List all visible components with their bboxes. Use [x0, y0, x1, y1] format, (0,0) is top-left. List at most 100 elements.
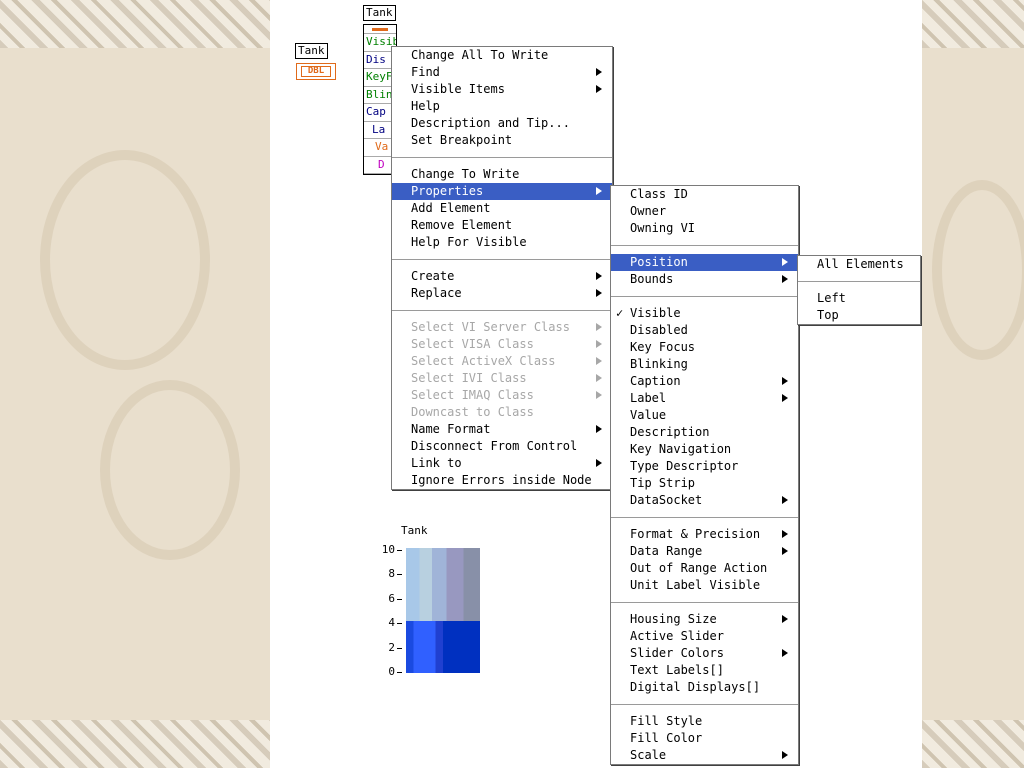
submenu-arrow-icon [596, 391, 602, 399]
menu-item-label: Remove Element [411, 218, 513, 232]
tank-tick-mark [397, 574, 402, 576]
menu-item-change-to-write[interactable]: Change To Write [392, 166, 612, 183]
menu-item-left[interactable]: Left [798, 290, 920, 307]
submenu-arrow-icon [596, 187, 602, 195]
tank-terminal-label[interactable]: Tank [295, 43, 328, 59]
menu-item-tip-strip[interactable]: Tip Strip [611, 475, 798, 492]
menu-item-select-imaq-class[interactable]: Select IMAQ Class [392, 387, 612, 404]
menu-item-out-of-range-action[interactable]: Out of Range Action [611, 560, 798, 577]
menu-item-help-for-visible[interactable]: Help For Visible [392, 234, 612, 251]
menu-item-top[interactable]: Top [798, 307, 920, 324]
submenu-arrow-icon [782, 530, 788, 538]
menu-item-class-id[interactable]: Class ID [611, 186, 798, 203]
menu-item-description-and-tip[interactable]: Description and Tip... [392, 115, 612, 132]
menu-item-all-elements[interactable]: All Elements [798, 256, 920, 273]
menu-item-bounds[interactable]: Bounds [611, 271, 798, 288]
menu-item-label: Select IVI Class [411, 371, 527, 385]
menu-item-properties[interactable]: Properties [392, 183, 612, 200]
menu-item-name-format[interactable]: Name Format [392, 421, 612, 438]
menu-item-label: Data Range [630, 544, 703, 558]
submenu-arrow-icon [596, 340, 602, 348]
menu-item-datasocket[interactable]: DataSocket [611, 492, 798, 509]
menu-item-description[interactable]: Description [611, 424, 798, 441]
decorative-border-bottom-left [0, 720, 270, 768]
menu-item-digital-displays[interactable]: Digital Displays[] [611, 679, 798, 696]
menu-item-find[interactable]: Find [392, 64, 612, 81]
menu-item-key-focus[interactable]: Key Focus [611, 339, 798, 356]
dbl-terminal[interactable]: DBL [296, 63, 336, 80]
menu-item-add-element[interactable]: Add Element [392, 200, 612, 217]
submenu-arrow-icon [596, 272, 602, 280]
menu-item-ignore-errors-inside-node[interactable]: Ignore Errors inside Node [392, 472, 612, 489]
tank-tick-label: 2 [388, 640, 395, 654]
menu-item-type-descriptor[interactable]: Type Descriptor [611, 458, 798, 475]
tank-indicator[interactable]: Tank 10 8 6 4 2 0 [370, 520, 490, 680]
menu-item-label: Value [630, 408, 667, 422]
menu-separator [611, 245, 798, 246]
position-submenu[interactable]: All Elements Left Top [797, 255, 921, 325]
menu-item-unit-label-visible[interactable]: Unit Label Visible [611, 577, 798, 594]
menu-item-set-breakpoint[interactable]: Set Breakpoint [392, 132, 612, 149]
menu-item-fill-style[interactable]: Fill Style [611, 713, 798, 730]
menu-item-select-visa-class[interactable]: Select VISA Class [392, 336, 612, 353]
property-node-label[interactable]: Tank [363, 5, 396, 21]
menu-item-disabled[interactable]: Disabled [611, 322, 798, 339]
menu-item-label: Tip Strip [630, 476, 696, 490]
menu-item-select-activex-class[interactable]: Select ActiveX Class [392, 353, 612, 370]
tank-tick-mark [397, 623, 402, 625]
menu-item-fill-color[interactable]: Fill Color [611, 730, 798, 747]
menu-item-active-slider[interactable]: Active Slider [611, 628, 798, 645]
submenu-arrow-icon [596, 85, 602, 93]
menu-item-label: Active Slider [630, 629, 724, 643]
menu-item-label: Set Breakpoint [411, 133, 513, 147]
menu-item-format-precision[interactable]: Format & Precision [611, 526, 798, 543]
menu-item-visible-items[interactable]: Visible Items [392, 81, 612, 98]
menu-item-owning-vi[interactable]: Owning VI [611, 220, 798, 237]
menu-item-value[interactable]: Value [611, 407, 798, 424]
menu-item-change-all-to-write[interactable]: Change All To Write [392, 47, 612, 64]
menu-separator [611, 704, 798, 705]
menu-item-label: Add Element [411, 201, 491, 215]
menu-item-downcast-to-class[interactable]: Downcast to Class [392, 404, 612, 421]
submenu-arrow-icon [782, 547, 788, 555]
menu-item-position[interactable]: Position [611, 254, 798, 271]
submenu-arrow-icon [782, 615, 788, 623]
menu-item-create[interactable]: Create [392, 268, 612, 285]
menu-item-disconnect-from-control[interactable]: Disconnect From Control [392, 438, 612, 455]
menu-item-help[interactable]: Help [392, 98, 612, 115]
menu-item-link-to[interactable]: Link to [392, 455, 612, 472]
menu-item-select-ivi-class[interactable]: Select IVI Class [392, 370, 612, 387]
menu-item-scale[interactable]: Scale [611, 747, 798, 764]
submenu-arrow-icon [782, 275, 788, 283]
menu-item-text-labels[interactable]: Text Labels[] [611, 662, 798, 679]
menu-item-select-vi-server-class[interactable]: Select VI Server Class [392, 319, 612, 336]
menu-item-label: Class ID [630, 187, 688, 201]
menu-item-slider-colors[interactable]: Slider Colors [611, 645, 798, 662]
menu-item-label: Select VI Server Class [411, 320, 570, 334]
menu-item-caption[interactable]: Caption [611, 373, 798, 390]
menu-item-replace[interactable]: Replace [392, 285, 612, 302]
submenu-arrow-icon [596, 357, 602, 365]
submenu-arrow-icon [596, 68, 602, 76]
menu-separator [798, 281, 920, 282]
menu-item-label: Format & Precision [630, 527, 761, 541]
menu-item-label: Select IMAQ Class [411, 388, 534, 402]
menu-item-owner[interactable]: Owner [611, 203, 798, 220]
properties-submenu[interactable]: Class ID Owner Owning VI Position Bounds ✓ Vis… [610, 185, 799, 765]
submenu-arrow-icon [782, 649, 788, 657]
menu-item-data-range[interactable]: Data Range [611, 543, 798, 560]
menu-item-housing-size[interactable]: Housing Size [611, 611, 798, 628]
menu-item-blinking[interactable]: Blinking [611, 356, 798, 373]
menu-item-remove-element[interactable]: Remove Element [392, 217, 612, 234]
menu-item-key-navigation[interactable]: Key Navigation [611, 441, 798, 458]
menu-item-label: Owning VI [630, 221, 696, 235]
dbl-terminal-text: DBL [301, 66, 331, 77]
menu-item-label[interactable]: Label [611, 390, 798, 407]
submenu-arrow-icon [596, 425, 602, 433]
menu-separator [392, 259, 612, 260]
menu-item-visible[interactable]: ✓ Visible [611, 305, 798, 322]
menu-item-label: Key Navigation [630, 442, 732, 456]
menu-separator [392, 157, 612, 158]
context-menu[interactable]: Change All To Write Find Visible Items Help… [391, 46, 613, 490]
menu-item-label: Left [817, 291, 846, 305]
